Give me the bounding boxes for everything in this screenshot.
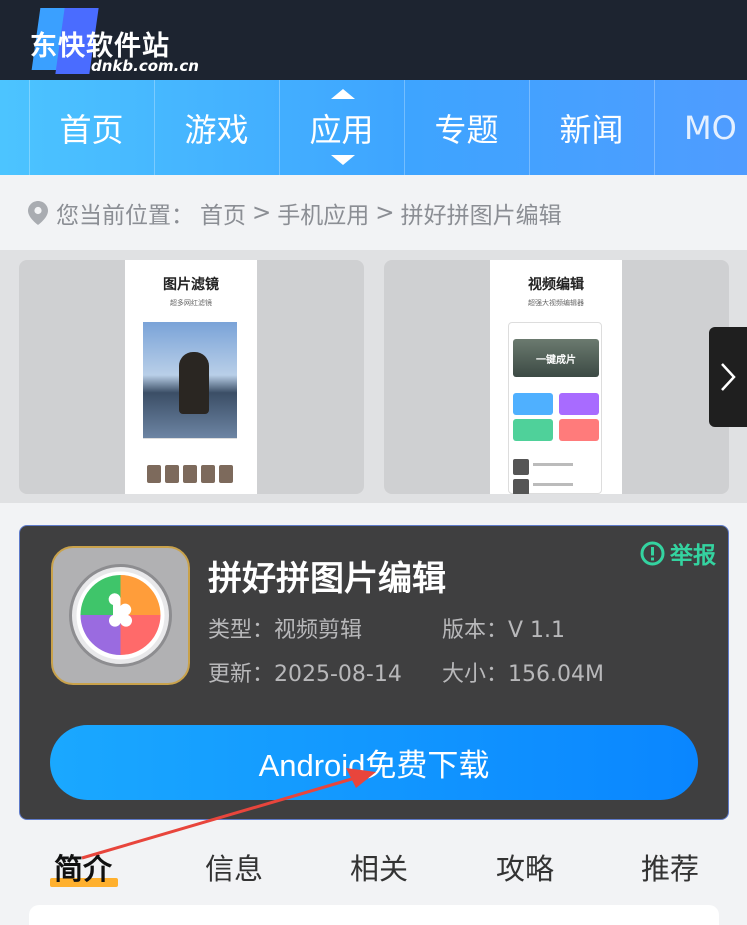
app-type: 类型：视频剪辑 <box>208 618 363 643</box>
screenshot-carousel[interactable]: 图片滤镜 超多网红滤镜 视频编辑 超强大视频编辑器 一键成片 <box>0 250 747 503</box>
screenshot-title: 视频编辑 <box>528 277 584 293</box>
android-download-button[interactable]: Android免费下载 <box>50 725 698 800</box>
breadcrumb-home[interactable]: 首页 <box>200 196 246 230</box>
site-logo[interactable]: 东快软件站 dnkb.com.cn <box>30 8 199 75</box>
breadcrumb-separator: > <box>252 199 272 226</box>
exclamation-circle-icon <box>640 541 665 565</box>
nav-item-home[interactable]: 首页 <box>29 80 154 175</box>
nav-item-news[interactable]: 新闻 <box>529 80 654 175</box>
tab-related[interactable]: 相关 <box>319 846 439 888</box>
carousel-next-button[interactable] <box>709 327 747 427</box>
screenshot-subtitle: 超强大视频编辑器 <box>528 299 584 307</box>
content-panel <box>29 905 719 925</box>
tab-guides[interactable]: 攻略 <box>465 846 585 888</box>
screenshot-2[interactable]: 视频编辑 超强大视频编辑器 一键成片 <box>384 260 729 494</box>
logo-url: dnkb.com.cn <box>91 57 199 75</box>
breadcrumb-apps[interactable]: 手机应用 <box>277 196 369 230</box>
tool-tile <box>559 419 599 441</box>
chevron-right-icon <box>721 363 736 391</box>
tab-recommend[interactable]: 推荐 <box>610 846 730 888</box>
draft-row <box>513 459 599 475</box>
filter-panel <box>143 438 237 494</box>
filter-thumb <box>165 465 179 483</box>
screenshot-1[interactable]: 图片滤镜 超多网红滤镜 <box>19 260 364 494</box>
editor-preview: 一键成片 <box>508 322 602 494</box>
breadcrumb-separator: > <box>375 199 395 226</box>
report-button[interactable]: 举报 <box>640 536 716 570</box>
filter-thumb <box>201 465 215 483</box>
tab-intro[interactable]: 简介 <box>23 846 143 888</box>
detail-tabs: 简介 信息 相关 攻略 推荐 <box>0 836 747 900</box>
editor-banner: 一键成片 <box>513 339 599 377</box>
app-icon <box>51 546 190 685</box>
breadcrumb-prefix: 您当前位置： <box>56 202 194 229</box>
nav-item-topics[interactable]: 专题 <box>404 80 529 175</box>
person-silhouette <box>179 352 209 414</box>
app-version: 版本：V 1.1 <box>442 618 566 643</box>
nav-item-games[interactable]: 游戏 <box>154 80 279 175</box>
filter-thumb <box>219 465 233 483</box>
app-info-card: 举报 拼好拼图片编辑 类型：视频剪辑 版本：V 1.1 更新：2025-08-1… <box>19 525 729 820</box>
screenshot-subtitle: 超多网红滤镜 <box>170 299 212 307</box>
filter-thumb <box>147 465 161 483</box>
tool-tile <box>559 393 599 415</box>
phone-mockup: 视频编辑 超强大视频编辑器 一键成片 <box>490 260 622 494</box>
main-nav: 首页 游戏 应用 专题 新闻 MO <box>0 80 747 175</box>
app-title: 拼好拼图片编辑 <box>208 559 446 599</box>
app-size: 大小：156.04M <box>442 662 604 687</box>
phone-mockup: 图片滤镜 超多网红滤镜 <box>125 260 257 494</box>
draft-row <box>513 479 599 494</box>
caret-down-icon <box>331 155 355 165</box>
screenshot-title: 图片滤镜 <box>163 277 219 293</box>
breadcrumb-current[interactable]: 拼好拼图片编辑 <box>401 196 562 230</box>
location-pin-icon <box>28 200 48 225</box>
report-label: 举报 <box>670 543 716 569</box>
tab-info[interactable]: 信息 <box>174 846 294 888</box>
tool-tile <box>513 419 553 441</box>
nav-item-more[interactable]: MO <box>654 80 747 175</box>
top-bar: 东快软件站 dnkb.com.cn <box>0 0 747 80</box>
filter-thumb <box>183 465 197 483</box>
puzzle-icon <box>69 564 172 667</box>
tool-tile <box>513 393 553 415</box>
caret-up-icon <box>331 89 355 99</box>
app-update-date: 更新：2025-08-14 <box>208 662 402 687</box>
sample-photo <box>143 322 237 440</box>
breadcrumb: 您当前位置： 首页 > 手机应用 > 拼好拼图片编辑 <box>0 175 747 250</box>
